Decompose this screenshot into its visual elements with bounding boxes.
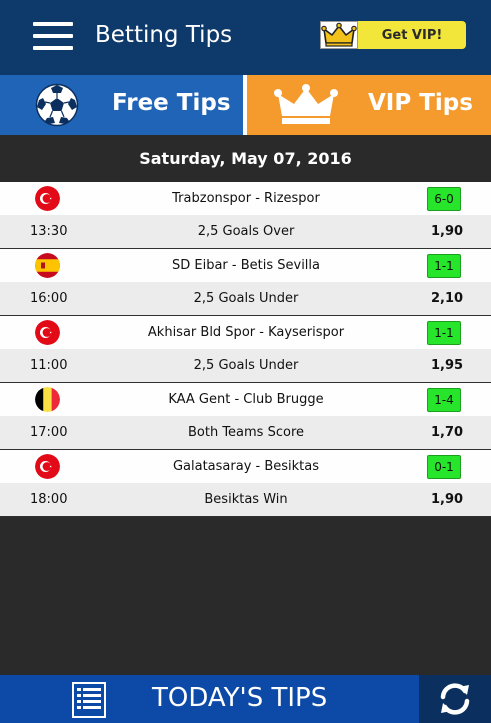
refresh-button[interactable] — [419, 675, 491, 723]
match-tip: 2,5 Goals Under — [193, 291, 299, 306]
match-time: 16:00 — [30, 291, 68, 306]
get-vip-button[interactable]: Get VIP! — [320, 21, 466, 49]
match-row[interactable]: Galatasaray - Besiktas 0-1 18:00 Besikta… — [0, 450, 491, 517]
match-row[interactable]: Trabzonspor - Rizespor 6-0 13:30 2,5 Goa… — [0, 182, 491, 249]
app-title: Betting Tips — [95, 22, 233, 48]
match-time: 18:00 — [30, 492, 68, 507]
tab-vip-tips[interactable]: VIP Tips — [247, 75, 491, 135]
turkey-flag-icon — [35, 186, 60, 211]
score-badge: 1-1 — [427, 254, 461, 278]
match-time: 17:00 — [30, 425, 68, 440]
spain-flag-icon — [35, 253, 60, 278]
crown-icon — [274, 84, 338, 124]
match-tip: Both Teams Score — [187, 425, 305, 440]
bottom-bar: TODAY'S TIPS — [0, 675, 491, 723]
score-badge: 1-1 — [427, 321, 461, 345]
match-odds: 1,95 — [431, 358, 464, 373]
date-header: Saturday, May 07, 2016 — [0, 135, 491, 182]
score-badge: 0-1 — [427, 455, 461, 479]
refresh-icon — [440, 683, 470, 715]
match-tip: Besiktas Win — [204, 492, 288, 507]
score-badge: 1-4 — [427, 388, 461, 412]
belgium-flag-icon — [35, 387, 60, 412]
score-badge: 6-0 — [427, 187, 461, 211]
tab-free-tips-label: Free Tips — [112, 90, 231, 116]
match-row[interactable]: SD Eibar - Betis Sevilla 1-1 16:00 2,5 G… — [0, 249, 491, 316]
soccer-ball-icon — [35, 83, 79, 127]
match-odds: 1,90 — [431, 224, 464, 239]
match-teams: Akhisar Bld Spor - Kayserispor — [147, 325, 345, 340]
match-time: 11:00 — [30, 358, 68, 373]
tab-free-tips[interactable]: Free Tips — [0, 75, 243, 135]
match-time: 13:30 — [30, 224, 68, 239]
match-teams: SD Eibar - Betis Sevilla — [171, 258, 320, 273]
match-row[interactable]: KAA Gent - Club Brugge 1-4 17:00 Both Te… — [0, 383, 491, 450]
tab-bar: Free Tips VIP Tips — [0, 75, 491, 135]
match-odds: 1,90 — [431, 492, 464, 507]
match-teams: Galatasaray - Besiktas — [172, 459, 320, 474]
match-odds: 2,10 — [431, 291, 464, 306]
turkey-flag-icon — [35, 320, 60, 345]
match-list: Trabzonspor - Rizespor 6-0 13:30 2,5 Goa… — [0, 182, 491, 517]
crown-icon — [320, 21, 358, 49]
match-teams: KAA Gent - Club Brugge — [168, 392, 324, 407]
match-odds: 1,70 — [431, 425, 464, 440]
menu-icon[interactable] — [33, 22, 73, 50]
top-bar: Betting Tips Get VIP! — [0, 0, 491, 75]
match-tip: 2,5 Goals Under — [193, 358, 299, 373]
get-vip-label: Get VIP! — [358, 21, 466, 49]
todays-tips-label[interactable]: TODAY'S TIPS — [152, 683, 327, 713]
turkey-flag-icon — [35, 454, 60, 479]
tab-vip-tips-label: VIP Tips — [368, 90, 473, 116]
match-teams: Trabzonspor - Rizespor — [172, 191, 320, 206]
match-row[interactable]: Akhisar Bld Spor - Kayserispor 1-1 11:00… — [0, 316, 491, 383]
match-tip: 2,5 Goals Over — [197, 224, 295, 239]
list-icon[interactable] — [72, 682, 106, 718]
